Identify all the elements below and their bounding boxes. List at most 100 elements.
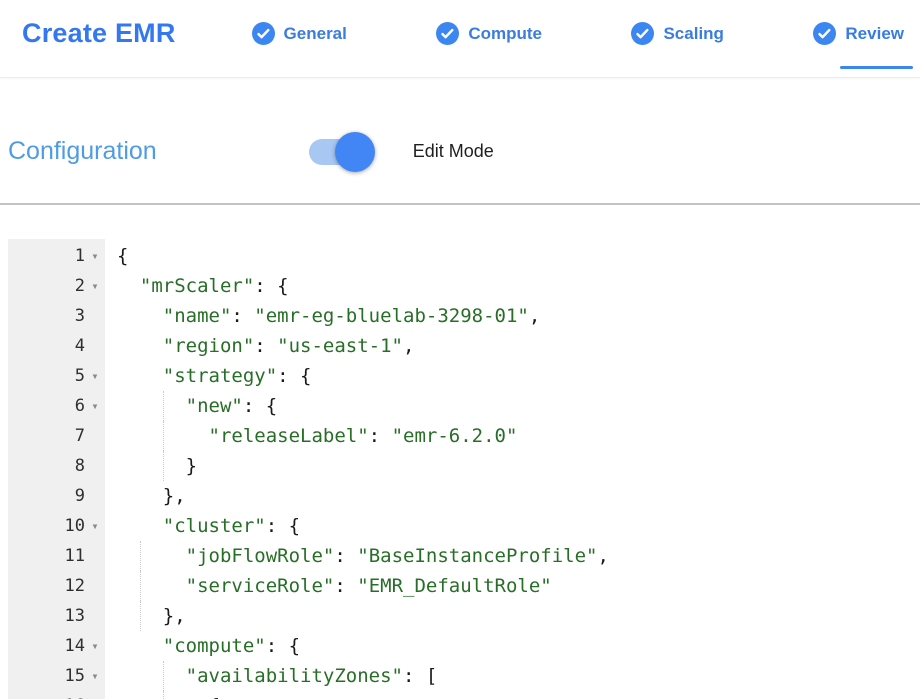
step-scaling[interactable]: Scaling [631,22,723,45]
code-line[interactable]: 8 } [8,451,920,481]
code-token: "jobFlowRole" [186,545,335,567]
code-token [117,665,186,687]
code-token: , [529,305,540,327]
line-number: 10 [65,511,85,541]
code-text[interactable]: } [105,451,197,481]
line-number: 3 [75,301,85,331]
indent-guide [163,451,164,481]
code-line[interactable]: 13 }, [8,601,920,631]
code-token: "cluster" [163,515,266,537]
code-line[interactable]: 11 "jobFlowRole": "BaseInstanceProfile", [8,541,920,571]
code-text[interactable]: "serviceRole": "EMR_DefaultRole" [105,571,552,601]
line-number: 1 [75,241,85,271]
code-token [117,635,163,657]
indent-guide [140,571,141,601]
step-label: General [284,24,347,44]
line-number: 5 [75,361,85,391]
fold-arrow-icon[interactable]: ▾ [85,631,105,661]
page-title: Create EMR [22,18,176,49]
code-line[interactable]: 9 }, [8,481,920,511]
line-number: 2 [75,271,85,301]
code-text[interactable]: "mrScaler": { [105,271,289,301]
edit-mode-toggle[interactable] [309,131,375,173]
code-text[interactable]: }, [105,601,186,631]
json-editor[interactable]: 1▾{2▾ "mrScaler": {3 "name": "emr-eg-blu… [8,239,920,699]
code-token: } [117,455,197,477]
code-line[interactable]: 6▾ "new": { [8,391,920,421]
code-text[interactable]: }, [105,481,186,511]
code-text[interactable]: { [105,691,220,699]
code-token [117,545,186,567]
code-text[interactable]: "availabilityZones": [ [105,661,437,691]
code-text[interactable]: "new": { [105,391,277,421]
fold-arrow-icon[interactable]: ▾ [85,391,105,421]
gutter-cell: 1▾ [8,241,105,271]
code-token: "releaseLabel" [209,425,369,447]
code-text[interactable]: "name": "emr-eg-bluelab-3298-01", [105,301,540,331]
gutter-cell: 11 [8,541,105,571]
code-token [117,365,163,387]
line-number: 4 [75,331,85,361]
edit-mode-label: Edit Mode [413,141,494,162]
gutter-cell: 4 [8,331,105,361]
code-text[interactable]: "region": "us-east-1", [105,331,414,361]
gutter-cell: 15▾ [8,661,105,691]
code-token: : [334,545,357,567]
step-general[interactable]: General [252,22,347,45]
code-token: "BaseInstanceProfile" [357,545,597,567]
gutter-cell: 13 [8,601,105,631]
fold-arrow-icon[interactable]: ▾ [85,241,105,271]
code-line[interactable]: 10▾ "cluster": { [8,511,920,541]
code-token: : { [266,515,300,537]
code-line[interactable]: 14▾ "compute": { [8,631,920,661]
code-token: "strategy" [163,365,277,387]
code-line[interactable]: 2▾ "mrScaler": { [8,271,920,301]
code-token: : [369,425,392,447]
code-text[interactable]: "compute": { [105,631,300,661]
wizard-steps: General Compute Scaling Review [252,22,904,45]
code-line[interactable]: 4 "region": "us-east-1", [8,331,920,361]
step-compute[interactable]: Compute [436,22,542,45]
code-token: "compute" [163,635,266,657]
code-token: , [597,545,608,567]
code-token [117,575,186,597]
code-token: }, [117,485,186,507]
code-line[interactable]: 5▾ "strategy": { [8,361,920,391]
gutter-cell: 7 [8,421,105,451]
code-token: : [254,335,277,357]
fold-arrow-icon[interactable]: ▾ [85,661,105,691]
indent-guide [163,421,164,451]
fold-arrow-icon[interactable]: ▾ [85,361,105,391]
gutter-cell: 12 [8,571,105,601]
fold-arrow-icon[interactable]: ▾ [85,511,105,541]
line-number: 15 [65,661,85,691]
fold-arrow-icon[interactable]: ▾ [85,271,105,301]
code-token: : { [277,365,311,387]
check-circle-icon [252,22,275,45]
code-line[interactable]: 15▾ "availabilityZones": [ [8,661,920,691]
line-number: 6 [75,391,85,421]
code-text[interactable]: "jobFlowRole": "BaseInstanceProfile", [105,541,609,571]
code-line[interactable]: 3 "name": "emr-eg-bluelab-3298-01", [8,301,920,331]
code-line[interactable]: 7 "releaseLabel": "emr-6.2.0" [8,421,920,451]
code-line[interactable]: 16▾ { [8,691,920,699]
code-text[interactable]: "strategy": { [105,361,311,391]
step-review[interactable]: Review [813,22,904,45]
configuration-bar: Configuration Edit Mode [0,78,920,205]
code-token: "new" [186,395,243,417]
code-token: , [403,335,414,357]
line-number: 7 [75,421,85,451]
check-circle-icon [436,22,459,45]
code-token: : { [254,275,288,297]
fold-arrow-icon[interactable]: ▾ [85,691,105,699]
code-text[interactable]: { [105,241,128,271]
code-text[interactable]: "releaseLabel": "emr-6.2.0" [105,421,517,451]
toggle-knob[interactable] [335,132,375,172]
line-number: 11 [65,541,85,571]
line-number: 12 [65,571,85,601]
code-token: "emr-6.2.0" [392,425,518,447]
code-line[interactable]: 1▾{ [8,241,920,271]
code-token: : { [243,395,277,417]
code-line[interactable]: 12 "serviceRole": "EMR_DefaultRole" [8,571,920,601]
code-text[interactable]: "cluster": { [105,511,300,541]
